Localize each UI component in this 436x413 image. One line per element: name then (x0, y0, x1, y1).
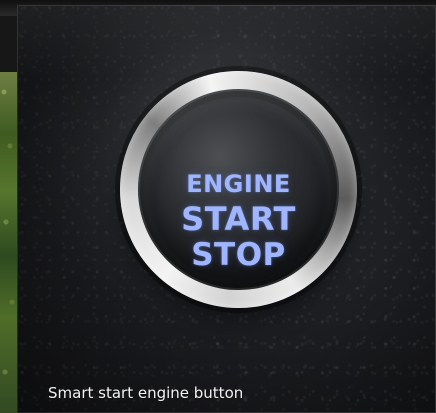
stop-label: STOP (191, 237, 286, 273)
left-grass-strip (0, 72, 17, 413)
engine-label: ENGINE (186, 170, 291, 198)
button-face: ENGINE START STOP (146, 97, 331, 282)
engine-start-stop-button: ENGINE START STOP (120, 71, 357, 308)
engine-button-photo: ENGINE START STOP Smart start engine but… (17, 5, 436, 413)
photo-frame: ENGINE START STOP Smart start engine but… (0, 0, 436, 413)
caption: Smart start engine button (48, 384, 244, 402)
start-label: START (181, 200, 296, 238)
